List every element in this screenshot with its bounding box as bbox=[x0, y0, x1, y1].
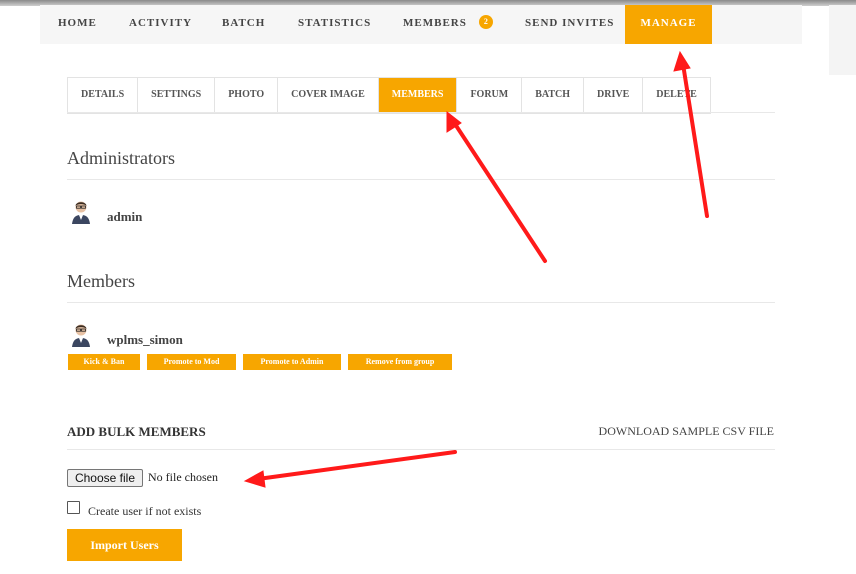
nav-home[interactable]: HOME bbox=[58, 5, 97, 44]
arrow-to-choose-file-head bbox=[243, 470, 266, 488]
nav-manage[interactable]: MANAGE bbox=[625, 5, 712, 44]
members-count-badge: 2 bbox=[478, 15, 493, 30]
tab-members[interactable]: MEMBERS bbox=[378, 78, 458, 113]
file-status-text: No file chosen bbox=[148, 470, 218, 484]
nav-members[interactable]: MEMBERS 2 bbox=[403, 5, 493, 44]
arrow-to-members-tab-head bbox=[446, 110, 462, 133]
admin-username[interactable]: admin bbox=[107, 209, 142, 225]
tabs-divider bbox=[67, 112, 775, 113]
administrators-heading: Administrators bbox=[67, 148, 175, 168]
download-sample-csv-link[interactable]: DOWNLOAD SAMPLE CSV FILE bbox=[599, 424, 774, 439]
nav-members-label: MEMBERS bbox=[403, 17, 467, 29]
arrow-to-choose-file bbox=[256, 450, 457, 481]
manage-sub-tabs: DETAILS SETTINGS PHOTO COVER IMAGE MEMBE… bbox=[67, 77, 711, 114]
tab-batch[interactable]: BATCH bbox=[522, 78, 585, 113]
nav-send-invites[interactable]: SEND INVITES bbox=[525, 5, 614, 44]
nav-activity[interactable]: ACTIVITY bbox=[129, 5, 192, 44]
member-username[interactable]: wplms_simon bbox=[107, 332, 183, 348]
tab-details[interactable]: DETAILS bbox=[68, 78, 139, 113]
side-panel bbox=[829, 5, 856, 75]
bulk-members-title: ADD BULK MEMBERS bbox=[67, 424, 206, 439]
tab-photo[interactable]: PHOTO bbox=[215, 78, 279, 113]
kick-ban-button[interactable]: Kick & Ban bbox=[68, 354, 140, 370]
promote-to-mod-button[interactable]: Promote to Mod bbox=[147, 354, 236, 370]
create-user-checkbox[interactable] bbox=[67, 501, 80, 514]
user-avatar-icon[interactable] bbox=[70, 198, 92, 224]
administrators-divider bbox=[67, 179, 775, 180]
arrow-to-manage-head bbox=[673, 50, 691, 72]
members-heading: Members bbox=[67, 271, 135, 291]
nav-statistics[interactable]: STATISTICS bbox=[298, 5, 371, 44]
group-main-nav: HOME ACTIVITY BATCH STATISTICS MEMBERS 2 … bbox=[40, 5, 802, 44]
promote-to-admin-button[interactable]: Promote to Admin bbox=[243, 354, 341, 370]
nav-batch[interactable]: BATCH bbox=[222, 5, 265, 44]
tab-drive[interactable]: DRIVE bbox=[584, 78, 644, 113]
bulk-divider bbox=[67, 449, 775, 450]
import-users-button[interactable]: Import Users bbox=[67, 529, 182, 561]
tab-forum[interactable]: FORUM bbox=[457, 78, 523, 113]
tab-settings[interactable]: SETTINGS bbox=[138, 78, 216, 113]
tab-delete[interactable]: DELETE bbox=[643, 78, 710, 113]
arrow-to-members-tab bbox=[453, 122, 547, 263]
remove-from-group-button[interactable]: Remove from group bbox=[348, 354, 452, 370]
user-avatar-icon[interactable] bbox=[70, 321, 92, 347]
tab-cover-image[interactable]: COVER IMAGE bbox=[278, 78, 379, 113]
create-user-label: Create user if not exists bbox=[88, 504, 202, 518]
choose-file-button[interactable]: Choose file bbox=[67, 469, 143, 487]
members-divider bbox=[67, 302, 775, 303]
